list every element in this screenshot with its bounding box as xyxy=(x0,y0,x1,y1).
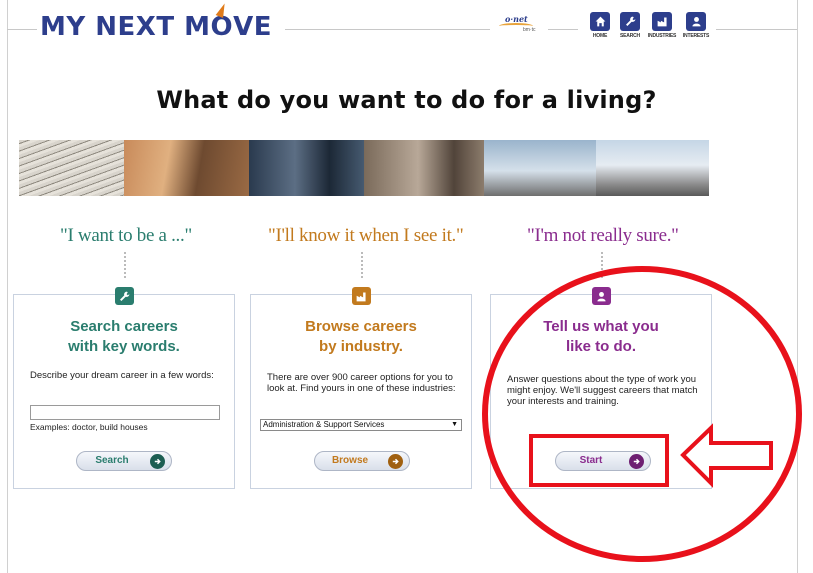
industry-icon xyxy=(352,287,371,305)
browse-card-description: There are over 900 career options for yo… xyxy=(267,372,456,394)
industry-icon xyxy=(652,12,672,31)
header-rule-right xyxy=(548,29,578,30)
search-examples: Examples: doctor, build houses xyxy=(30,422,148,432)
banner-photo-classroom xyxy=(124,140,249,196)
site-logo[interactable]: MY NEXT M OVE xyxy=(40,2,272,42)
industry-select-value: Administration & Support Services xyxy=(263,420,385,429)
nav-interests-label: INTERESTS xyxy=(682,33,710,39)
connector-interests xyxy=(601,252,603,278)
browse-careers-card: Browse careers by industry. There are ov… xyxy=(250,287,472,489)
banner-photo-wind-turbines xyxy=(484,140,596,196)
logo-compass-o: O xyxy=(210,2,233,42)
banner-photo-control-room xyxy=(249,140,364,196)
person-icon xyxy=(592,287,611,305)
banner-photo-newspaper xyxy=(19,140,124,196)
nav-search[interactable]: SEARCH xyxy=(615,12,645,39)
search-button[interactable]: Search xyxy=(76,451,172,471)
search-careers-card: Search careers with key words. Describe … xyxy=(13,287,235,489)
interests-card-heading-2: like to do. xyxy=(565,338,636,355)
logo-text-b: VE xyxy=(233,12,272,42)
page-title: What do you want to do for a living? xyxy=(156,86,657,114)
wrench-icon xyxy=(620,12,640,31)
search-button-label: Search xyxy=(95,455,129,466)
nav-interests[interactable]: INTERESTS xyxy=(681,12,711,39)
browse-card-heading-1: Browse careers xyxy=(305,318,417,335)
arrow-right-icon xyxy=(150,454,165,469)
person-icon xyxy=(686,12,706,31)
nav-home[interactable]: HOME xyxy=(585,12,615,39)
career-keyword-input[interactable] xyxy=(30,405,220,420)
tagline-interests: "I'm not really sure." xyxy=(527,225,679,246)
wrench-icon xyxy=(115,287,134,305)
nav-search-label: SEARCH xyxy=(620,33,640,39)
browse-button[interactable]: Browse xyxy=(314,451,410,471)
header-rule-left xyxy=(7,29,37,30)
tagline-search: "I want to be a ..." xyxy=(60,225,192,246)
arrow-right-icon xyxy=(629,454,644,469)
search-card-heading-2: with key words. xyxy=(68,338,180,355)
industry-select[interactable]: Administration & Support Services ▼ xyxy=(260,419,462,431)
browse-card-heading-2: by industry. xyxy=(319,338,403,355)
banner-photo-office xyxy=(364,140,484,196)
banner-photo-construction xyxy=(596,140,709,196)
logo-text-a: MY NEXT M xyxy=(40,12,211,42)
start-button[interactable]: Start xyxy=(555,451,651,471)
interests-card-heading-1: Tell us what you xyxy=(543,318,659,335)
search-card-heading-1: Search careers xyxy=(70,318,178,335)
nav-home-label: HOME xyxy=(592,33,608,39)
onet-logo-sub: bm·tc xyxy=(523,27,536,33)
start-button-label: Start xyxy=(579,455,603,466)
photo-banner xyxy=(19,140,709,196)
home-icon xyxy=(590,12,610,31)
interests-card: Tell us what you like to do. Answer ques… xyxy=(490,287,712,489)
dropdown-arrow-icon: ▼ xyxy=(451,421,458,428)
connector-browse xyxy=(361,252,363,278)
connector-search xyxy=(124,252,126,278)
search-card-description: Describe your dream career in a few word… xyxy=(30,370,214,381)
tagline-browse: "I'll know it when I see it." xyxy=(268,225,464,246)
header-rule-end xyxy=(716,29,797,30)
onet-logo[interactable]: o·net bm·tc xyxy=(495,14,545,36)
arrow-right-icon xyxy=(388,454,403,469)
interests-card-description: Answer questions about the type of work … xyxy=(507,374,698,407)
nav-industries-label: INDUSTRIES xyxy=(647,33,677,39)
header-rule-middle xyxy=(285,29,490,30)
browse-button-label: Browse xyxy=(331,455,369,466)
nav-industries[interactable]: INDUSTRIES xyxy=(647,12,677,39)
